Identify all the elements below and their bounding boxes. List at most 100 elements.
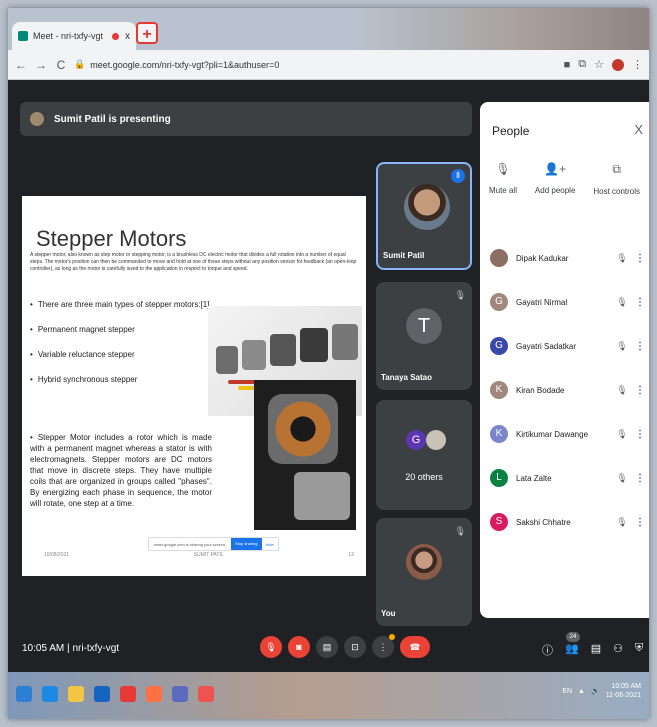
participant-name: Gayatri Nirmal bbox=[516, 297, 568, 307]
more-options-button[interactable]: ⋮ bbox=[372, 634, 395, 658]
mic-toggle-button[interactable]: 🎙 bbox=[260, 636, 282, 658]
close-panel-button[interactable]: X bbox=[634, 122, 643, 137]
volume-icon[interactable]: 🔈 bbox=[591, 687, 600, 695]
notice-text: meet.google.com is sharing your screen. bbox=[154, 541, 227, 547]
bookmark-star-icon[interactable]: ☆ bbox=[594, 58, 604, 71]
others-count-label: 20 others bbox=[405, 472, 443, 482]
list-item[interactable]: L Lata Zalte 🎙 ⋮ bbox=[480, 456, 649, 500]
leave-call-button[interactable]: ☎ bbox=[400, 636, 430, 658]
forward-icon[interactable]: → bbox=[34, 58, 48, 72]
more-options-icon[interactable]: ⋮ bbox=[631, 517, 649, 528]
participant-avatar: K bbox=[490, 425, 508, 443]
list-item[interactable]: G Gayatri Nirmal 🎙 ⋮ bbox=[480, 280, 649, 324]
network-icon[interactable]: ▲ bbox=[578, 688, 585, 695]
participant-avatar bbox=[490, 249, 508, 267]
camera-in-use-icon[interactable]: ■ bbox=[564, 59, 571, 71]
others-tile[interactable]: G 20 others bbox=[376, 400, 472, 510]
more-options-icon[interactable]: ⋮ bbox=[631, 253, 649, 264]
participant-avatar: G bbox=[406, 430, 426, 450]
chrome-icon[interactable] bbox=[198, 686, 214, 702]
firefox-icon[interactable] bbox=[146, 686, 162, 702]
panel-title: People bbox=[492, 124, 530, 138]
mic-off-icon[interactable]: 🎙 bbox=[613, 429, 631, 440]
mic-off-icon[interactable]: 🎙 bbox=[613, 341, 631, 352]
start-icon[interactable] bbox=[16, 686, 32, 702]
host-controls-button[interactable]: ⧉ Host controls bbox=[593, 162, 640, 196]
participant-avatar: L bbox=[490, 469, 508, 487]
share-icon[interactable]: ⧉ bbox=[578, 58, 586, 71]
camera-toggle-button[interactable]: ◙ bbox=[288, 636, 310, 658]
tab-close-icon[interactable]: x bbox=[125, 31, 130, 42]
chat-icon[interactable]: ▤ bbox=[591, 642, 601, 658]
edge-icon[interactable] bbox=[42, 686, 58, 702]
presenting-text: Sumit Patil is presenting bbox=[54, 113, 171, 125]
more-options-icon[interactable]: ⋮ bbox=[631, 385, 649, 396]
tile-name: Tanaya Satao bbox=[381, 373, 432, 382]
new-tab-button[interactable]: + bbox=[136, 22, 158, 44]
browser-tab[interactable]: Meet - nri-txfy-vgt x bbox=[12, 22, 136, 50]
chrome-icon[interactable] bbox=[120, 686, 136, 702]
list-item[interactable]: Dipak Kadukar 🎙 ⋮ bbox=[480, 236, 649, 280]
side-controls: ⓘ 👥 ▤ ⚇ ⛨ bbox=[542, 642, 643, 658]
browser-menu-icon[interactable]: ⋮ bbox=[632, 58, 643, 71]
language-indicator[interactable]: EN bbox=[562, 688, 572, 695]
list-item[interactable]: G Gayatri Sadatkar 🎙 ⋮ bbox=[480, 324, 649, 368]
activities-icon[interactable]: ⚇ bbox=[613, 642, 623, 658]
explorer-icon[interactable] bbox=[68, 686, 84, 702]
mic-off-icon[interactable]: 🎙 bbox=[613, 297, 631, 308]
present-button[interactable]: ⊡ bbox=[344, 636, 366, 658]
slide-type-list: There are three main types of stepper mo… bbox=[30, 300, 210, 400]
url-text: meet.google.com/nri-txfy-vgt?pli=1&authu… bbox=[90, 59, 280, 70]
participant-avatar: G bbox=[490, 293, 508, 311]
call-controls: 🎙 ◙ ▤ ⊡ ⋮ ☎ bbox=[260, 634, 430, 658]
list-item[interactable]: K Kirtikumar Dawange 🎙 ⋮ bbox=[480, 412, 649, 456]
system-tray: EN ▲ 🔈 10:05 AM 11-06-2021 bbox=[562, 682, 641, 700]
participant-list: Dipak Kadukar 🎙 ⋮ G Gayatri Nirmal 🎙 ⋮ G… bbox=[480, 218, 649, 618]
word-icon[interactable] bbox=[94, 686, 110, 702]
participant-tile[interactable]: 🎙 T Tanaya Satao bbox=[376, 282, 472, 390]
address-bar[interactable]: 🔒 meet.google.com/nri-txfy-vgt?pli=1&aut… bbox=[74, 59, 279, 70]
hide-notice-button[interactable]: Hide bbox=[262, 542, 278, 547]
participant-name: Dipak Kadukar bbox=[516, 253, 569, 263]
mic-off-icon: 🎙 bbox=[495, 162, 511, 176]
system-clock[interactable]: 10:05 AM 11-06-2021 bbox=[606, 682, 641, 700]
more-options-icon[interactable]: ⋮ bbox=[631, 297, 649, 308]
notification-dot-icon bbox=[389, 634, 395, 640]
lock-icon: 🔒 bbox=[74, 59, 86, 69]
host-controls-icon: ⧉ bbox=[612, 162, 621, 176]
list-item[interactable]: S Sakshi Chhatre 🎙 ⋮ bbox=[480, 500, 649, 544]
participant-name: Gayatri Sadatkar bbox=[516, 341, 577, 351]
desktop-background bbox=[349, 8, 649, 50]
slide-footer: 10/08/2021 SUMIT PATIL 12 bbox=[44, 552, 354, 558]
host-controls-icon[interactable]: ⛨ bbox=[635, 642, 643, 658]
mute-all-button[interactable]: 🎙 Mute all bbox=[489, 162, 517, 196]
captions-button[interactable]: ▤ bbox=[316, 636, 338, 658]
info-icon[interactable]: ⓘ bbox=[542, 642, 553, 658]
meet-favicon-icon bbox=[18, 31, 28, 41]
reload-icon[interactable]: C bbox=[54, 58, 68, 72]
profile-avatar[interactable] bbox=[612, 58, 624, 71]
self-tile[interactable]: 🎙 You bbox=[376, 518, 472, 626]
mic-off-icon[interactable]: 🎙 bbox=[613, 385, 631, 396]
more-options-icon[interactable]: ⋮ bbox=[631, 341, 649, 352]
add-people-button[interactable]: 👤+ Add people bbox=[535, 162, 575, 196]
meeting-time: 10:05 AM bbox=[22, 643, 65, 654]
back-icon[interactable]: ← bbox=[14, 58, 28, 72]
more-options-icon[interactable]: ⋮ bbox=[631, 473, 649, 484]
list-item[interactable]: K Kiran Bodade 🎙 ⋮ bbox=[480, 368, 649, 412]
clock-date: 11-06-2021 bbox=[605, 692, 641, 699]
more-options-icon[interactable]: ⋮ bbox=[631, 429, 649, 440]
people-panel: People X 🎙 Mute all 👤+ Add people ⧉ Host… bbox=[480, 102, 649, 618]
taskbar-apps bbox=[16, 686, 214, 702]
people-icon[interactable]: 👥 bbox=[565, 642, 579, 658]
self-video bbox=[406, 544, 442, 580]
slide-bullet: There are three main types of stepper mo… bbox=[30, 300, 210, 309]
participant-name: Kiran Bodade bbox=[516, 385, 565, 395]
mic-off-icon[interactable]: 🎙 bbox=[613, 517, 631, 528]
mic-off-icon[interactable]: 🎙 bbox=[613, 473, 631, 484]
participant-tile-presenter[interactable]: ⦀ Sumit Patil bbox=[376, 162, 472, 270]
mic-off-icon[interactable]: 🎙 bbox=[613, 253, 631, 264]
app-icon[interactable] bbox=[172, 686, 188, 702]
stop-sharing-button[interactable]: Stop sharing bbox=[231, 538, 262, 550]
slide-footer-page: 12 bbox=[348, 552, 354, 558]
